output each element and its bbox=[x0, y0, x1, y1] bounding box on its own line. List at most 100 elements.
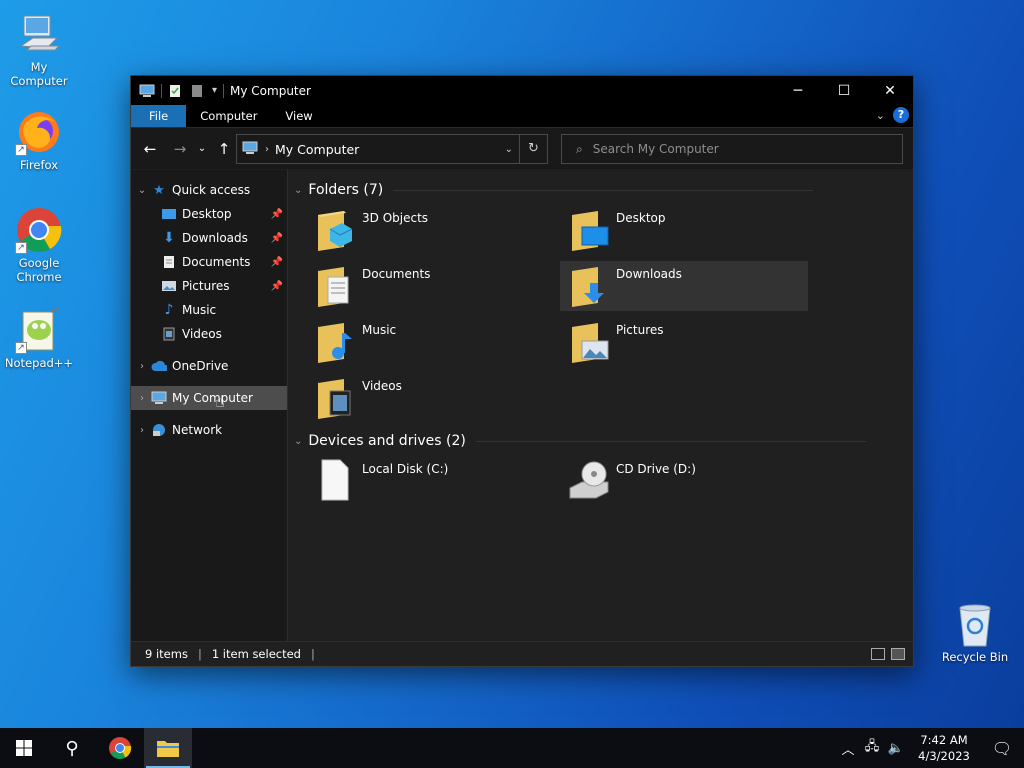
address-bar[interactable]: › My Computer ⌄ ↻ bbox=[236, 134, 548, 164]
nav-label: OneDrive bbox=[172, 359, 229, 373]
drives-group-header[interactable]: ⌄ Devices and drives (2) bbox=[294, 433, 866, 449]
volume-icon[interactable]: 🔈 bbox=[884, 741, 908, 756]
tab-view[interactable]: View bbox=[271, 105, 326, 127]
desktop-icon-my-computer[interactable]: My Computer bbox=[1, 10, 77, 88]
shortcut-arrow-icon: ↗ bbox=[15, 144, 27, 156]
nav-network[interactable]: › Network bbox=[131, 418, 287, 442]
navigation-pane: ⌄ ★ Quick access Desktop 📌 ⬇ Downloads 📌… bbox=[131, 170, 288, 641]
desktop-icon-notepadpp[interactable]: ↗ Notepad++ bbox=[1, 306, 77, 370]
collapse-chevron-icon[interactable]: ⌄ bbox=[294, 436, 302, 447]
view-switcher bbox=[871, 648, 905, 660]
up-button[interactable]: ↑ bbox=[213, 140, 235, 158]
close-button[interactable]: ✕ bbox=[867, 76, 913, 105]
search-button[interactable]: ⚲ bbox=[48, 728, 96, 768]
firefox-icon: ↗ bbox=[15, 108, 63, 156]
network-status-icon[interactable]: 🖧 bbox=[860, 737, 884, 759]
pin-icon[interactable]: 📌 bbox=[271, 209, 283, 220]
taskbar-file-explorer[interactable] bbox=[144, 728, 192, 768]
nav-item-videos[interactable]: Videos bbox=[131, 322, 287, 346]
nav-label: Desktop bbox=[182, 207, 232, 221]
folder-3d-objects-icon bbox=[314, 207, 356, 253]
network-icon bbox=[151, 422, 167, 438]
ribbon-tabs: File Computer View ⌄ ? bbox=[131, 105, 913, 128]
nav-item-documents[interactable]: Documents 📌 bbox=[131, 250, 287, 274]
pin-icon[interactable]: 📌 bbox=[271, 257, 283, 268]
desktop-icon-firefox[interactable]: ↗ Firefox bbox=[1, 108, 77, 172]
large-icons-view-icon[interactable] bbox=[891, 648, 905, 660]
refresh-button[interactable]: ↻ bbox=[519, 135, 547, 163]
nav-quick-access[interactable]: ⌄ ★ Quick access bbox=[131, 178, 287, 202]
help-button[interactable]: ? bbox=[893, 107, 909, 123]
nav-my-computer[interactable]: › My Computer ☝ bbox=[131, 386, 287, 411]
pin-icon[interactable]: 📌 bbox=[271, 233, 283, 244]
toolbar-divider bbox=[161, 83, 162, 98]
collapsed-chevron-icon[interactable]: › bbox=[133, 425, 151, 436]
expand-ribbon-icon[interactable]: ⌄ bbox=[876, 109, 885, 122]
new-folder-icon[interactable] bbox=[190, 84, 206, 98]
folder-desktop[interactable]: Desktop bbox=[560, 205, 808, 255]
status-bar: 9 items | 1 item selected | bbox=[131, 641, 913, 666]
folder-name: Documents bbox=[362, 267, 431, 281]
nav-onedrive[interactable]: › OneDrive bbox=[131, 354, 287, 378]
taskbar: ⚲ ︿ 🖧 🔈 7:42 AM 4/3/2023 🗨 bbox=[0, 728, 1024, 768]
computer-icon bbox=[241, 141, 259, 158]
tab-computer[interactable]: Computer bbox=[186, 105, 271, 127]
breadcrumb-my-computer[interactable]: My Computer bbox=[275, 142, 359, 157]
maximize-button[interactable]: ☐ bbox=[821, 76, 867, 105]
start-button[interactable] bbox=[0, 728, 48, 768]
search-box[interactable]: ⌕ bbox=[561, 134, 903, 164]
minimize-button[interactable]: ─ bbox=[775, 76, 821, 105]
tab-file[interactable]: File bbox=[131, 105, 187, 127]
details-view-icon[interactable] bbox=[871, 648, 885, 660]
address-dropdown-icon[interactable]: ⌄ bbox=[505, 144, 513, 155]
picture-icon bbox=[161, 278, 177, 294]
nav-label: My Computer bbox=[172, 391, 253, 405]
window-title: My Computer bbox=[230, 83, 311, 98]
nav-item-desktop[interactable]: Desktop 📌 bbox=[131, 202, 287, 226]
star-icon: ★ bbox=[153, 182, 165, 198]
search-input[interactable] bbox=[592, 142, 873, 156]
show-hidden-icons-icon[interactable]: ︿ bbox=[836, 739, 860, 758]
nav-item-pictures[interactable]: Pictures 📌 bbox=[131, 274, 287, 298]
desktop-icon-label: Recycle Bin bbox=[941, 650, 1009, 664]
desktop-icon-chrome[interactable]: ↗ Google Chrome bbox=[1, 206, 77, 284]
folder-name: Pictures bbox=[616, 323, 664, 337]
drive-cd-d[interactable]: CD Drive (D:) bbox=[560, 456, 808, 506]
forward-button[interactable]: → bbox=[169, 140, 191, 158]
nav-item-music[interactable]: ♪ Music bbox=[131, 298, 287, 322]
clock[interactable]: 7:42 AM 4/3/2023 bbox=[908, 732, 980, 764]
computer-icon bbox=[15, 10, 63, 58]
collapsed-chevron-icon[interactable]: › bbox=[133, 393, 151, 404]
drive-local-disk-c[interactable]: Local Disk (C:) bbox=[306, 456, 554, 506]
selection-count: 1 item selected bbox=[211, 647, 301, 661]
properties-icon[interactable] bbox=[168, 84, 184, 98]
collapsed-chevron-icon[interactable]: › bbox=[133, 361, 151, 372]
search-icon: ⚲ bbox=[65, 737, 79, 759]
nav-item-downloads[interactable]: ⬇ Downloads 📌 bbox=[131, 226, 287, 250]
back-button[interactable]: ← bbox=[139, 140, 161, 158]
download-icon: ⬇ bbox=[163, 230, 175, 246]
customize-qat-icon[interactable]: ▾ bbox=[212, 85, 217, 96]
taskbar-chrome[interactable] bbox=[96, 728, 144, 768]
folders-group-header[interactable]: ⌄ Folders (7) bbox=[294, 182, 814, 198]
chrome-icon bbox=[109, 737, 132, 759]
collapse-chevron-icon[interactable]: ⌄ bbox=[294, 185, 302, 196]
folder-pictures[interactable]: Pictures bbox=[560, 317, 808, 367]
folder-3d-objects[interactable]: 3D Objects bbox=[306, 205, 554, 255]
local-disk-icon bbox=[314, 458, 356, 504]
pin-icon[interactable]: 📌 bbox=[271, 281, 283, 292]
folder-documents[interactable]: Documents bbox=[306, 261, 554, 311]
action-center-icon[interactable]: 🗨 bbox=[980, 739, 1024, 758]
recent-locations-button[interactable]: ⌄ bbox=[191, 143, 213, 154]
folder-videos[interactable]: Videos bbox=[306, 373, 554, 423]
folder-music[interactable]: Music bbox=[306, 317, 554, 367]
folder-downloads[interactable]: Downloads bbox=[560, 261, 808, 311]
desktop-icon-recycle-bin[interactable]: Recycle Bin bbox=[937, 600, 1013, 664]
folder-pictures-icon bbox=[568, 319, 610, 365]
group-divider bbox=[393, 189, 814, 191]
folder-documents-icon bbox=[314, 263, 356, 309]
expanded-chevron-icon[interactable]: ⌄ bbox=[133, 185, 151, 196]
title-bar[interactable]: ▾ My Computer ─ ☐ ✕ bbox=[131, 76, 913, 105]
breadcrumb-separator-icon[interactable]: › bbox=[265, 144, 269, 155]
file-explorer-window: ▾ My Computer ─ ☐ ✕ File Computer View ⌄… bbox=[130, 75, 914, 667]
